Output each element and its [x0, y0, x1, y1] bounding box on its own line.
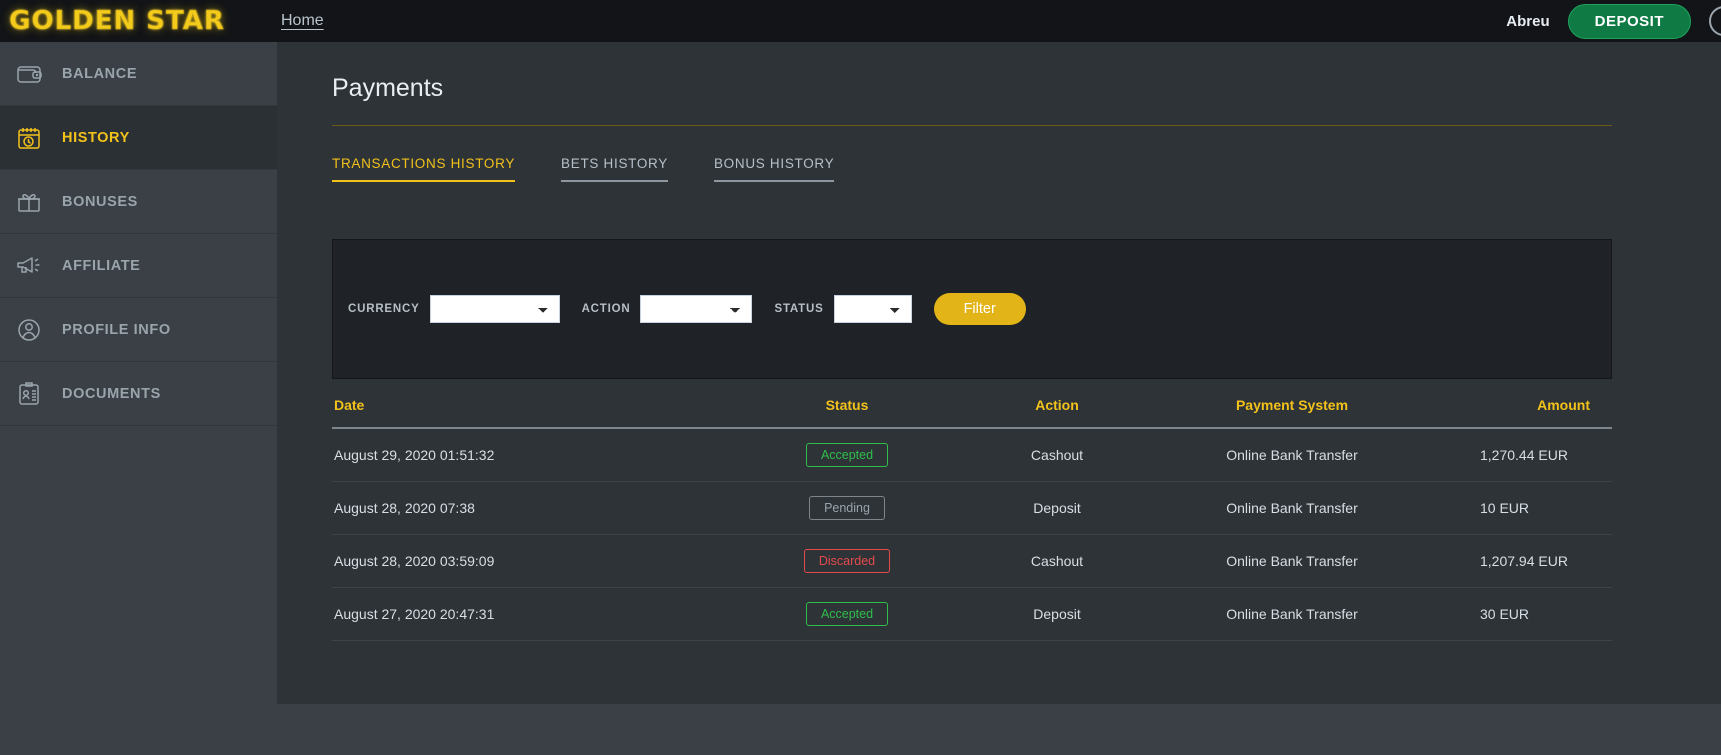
column-header-status: Status [732, 379, 962, 429]
deposit-button[interactable]: DEPOSIT [1567, 3, 1691, 39]
table-row: August 28, 2020 07:38 Pending Deposit On… [332, 481, 1612, 535]
cell-date: August 29, 2020 01:51:32 [332, 428, 732, 482]
calendar-clock-icon [14, 123, 44, 153]
cell-payment-system: Online Bank Transfer [1152, 428, 1432, 482]
logo-text: GOLDEN STAR [9, 6, 225, 37]
page-bottom-strip [277, 704, 1721, 755]
sidebar-item-label: DOCUMENTS [62, 385, 161, 402]
table-body: August 29, 2020 01:51:32 Accepted Cashou… [332, 428, 1612, 641]
transactions-table: Date Status Action Payment System Amount… [332, 379, 1612, 641]
tab-bets-history[interactable]: BETS HISTORY [561, 156, 668, 182]
sidebar-item-label: BALANCE [62, 65, 138, 82]
table-row: August 28, 2020 03:59:09 Discarded Casho… [332, 534, 1612, 588]
cell-payment-system: Online Bank Transfer [1152, 481, 1432, 535]
action-label: ACTION [581, 303, 631, 315]
nav-link-home[interactable]: Home [281, 12, 324, 30]
status-label: STATUS [774, 303, 824, 315]
cell-status: Accepted [732, 587, 962, 641]
cell-action: Deposit [962, 481, 1152, 535]
column-header-date: Date [332, 379, 732, 429]
header-right-group: Abreu DEPOSIT [1506, 3, 1721, 39]
filter-button[interactable]: Filter [933, 293, 1026, 325]
filter-panel: CURRENCY ACTION STATUS Filter [332, 239, 1612, 379]
top-header-bar: GOLDEN STAR Home Abreu DEPOSIT [0, 0, 1721, 42]
cell-action: Deposit [962, 587, 1152, 641]
sidebar-item-label: BONUSES [62, 193, 138, 210]
table-row: August 27, 2020 20:47:31 Accepted Deposi… [332, 587, 1612, 641]
table-header-row: Date Status Action Payment System Amount [332, 379, 1612, 429]
sidebar-item-history[interactable]: HISTORY [0, 106, 277, 170]
status-badge: Pending [809, 496, 885, 520]
column-header-action: Action [962, 379, 1152, 429]
cell-date: August 27, 2020 20:47:31 [332, 587, 732, 641]
action-select[interactable] [640, 295, 753, 323]
currency-select[interactable] [429, 295, 560, 323]
sidebar-item-affiliate[interactable]: AFFILIATE [0, 234, 277, 298]
cell-payment-system: Online Bank Transfer [1152, 534, 1432, 588]
user-avatar-icon[interactable] [1709, 6, 1721, 36]
tab-bonus-history[interactable]: BONUS HISTORY [713, 156, 835, 182]
sidebar-filler [0, 426, 277, 626]
cell-action: Cashout [962, 534, 1152, 588]
sidebar-item-profile-info[interactable]: PROFILE INFO [0, 298, 277, 362]
sidebar-item-label: HISTORY [62, 129, 130, 146]
main-content: Payments TRANSACTIONS HISTORY BETS HISTO… [277, 42, 1721, 755]
page-title: Payments [332, 74, 444, 102]
gift-icon [14, 187, 44, 217]
table-head: Date Status Action Payment System Amount [332, 379, 1612, 429]
title-divider [332, 125, 1612, 126]
sidebar-nav: BALANCE HISTORY BONUSES AFFILIATE PROFIL… [0, 42, 277, 755]
status-badge: Discarded [803, 549, 891, 573]
tab-transactions-history[interactable]: TRANSACTIONS HISTORY [332, 156, 516, 182]
sidebar-item-documents[interactable]: DOCUMENTS [0, 362, 277, 426]
person-icon [14, 315, 44, 345]
cell-amount: 1,207.94 EUR [1432, 534, 1612, 588]
status-badge: Accepted [805, 602, 889, 626]
sidebar-item-bonuses[interactable]: BONUSES [0, 170, 277, 234]
sidebar-item-label: PROFILE INFO [62, 321, 171, 338]
currency-label: CURRENCY [348, 303, 420, 315]
id-card-icon [14, 379, 44, 409]
table-row: August 29, 2020 01:51:32 Accepted Cashou… [332, 428, 1612, 482]
cell-payment-system: Online Bank Transfer [1152, 587, 1432, 641]
cell-amount: 1,270.44 EUR [1432, 428, 1612, 482]
column-header-system: Payment System [1152, 379, 1432, 429]
sidebar-item-label: AFFILIATE [62, 257, 141, 274]
history-tabs: TRANSACTIONS HISTORY BETS HISTORY BONUS … [332, 156, 1721, 182]
cell-status: Pending [732, 481, 962, 535]
cell-status: Discarded [732, 534, 962, 588]
site-logo[interactable]: GOLDEN STAR [8, 4, 226, 38]
cell-amount: 30 EUR [1432, 587, 1612, 641]
status-badge: Accepted [805, 443, 889, 467]
cell-date: August 28, 2020 03:59:09 [332, 534, 732, 588]
cell-status: Accepted [732, 428, 962, 482]
cell-date: August 28, 2020 07:38 [332, 481, 732, 535]
username-label: Abreu [1506, 12, 1550, 30]
wallet-icon [14, 59, 44, 89]
column-header-amount: Amount [1432, 379, 1612, 429]
cell-amount: 10 EUR [1432, 481, 1612, 535]
status-select[interactable] [833, 295, 912, 323]
sidebar-item-balance[interactable]: BALANCE [0, 42, 277, 106]
cell-action: Cashout [962, 428, 1152, 482]
megaphone-icon [14, 251, 44, 281]
